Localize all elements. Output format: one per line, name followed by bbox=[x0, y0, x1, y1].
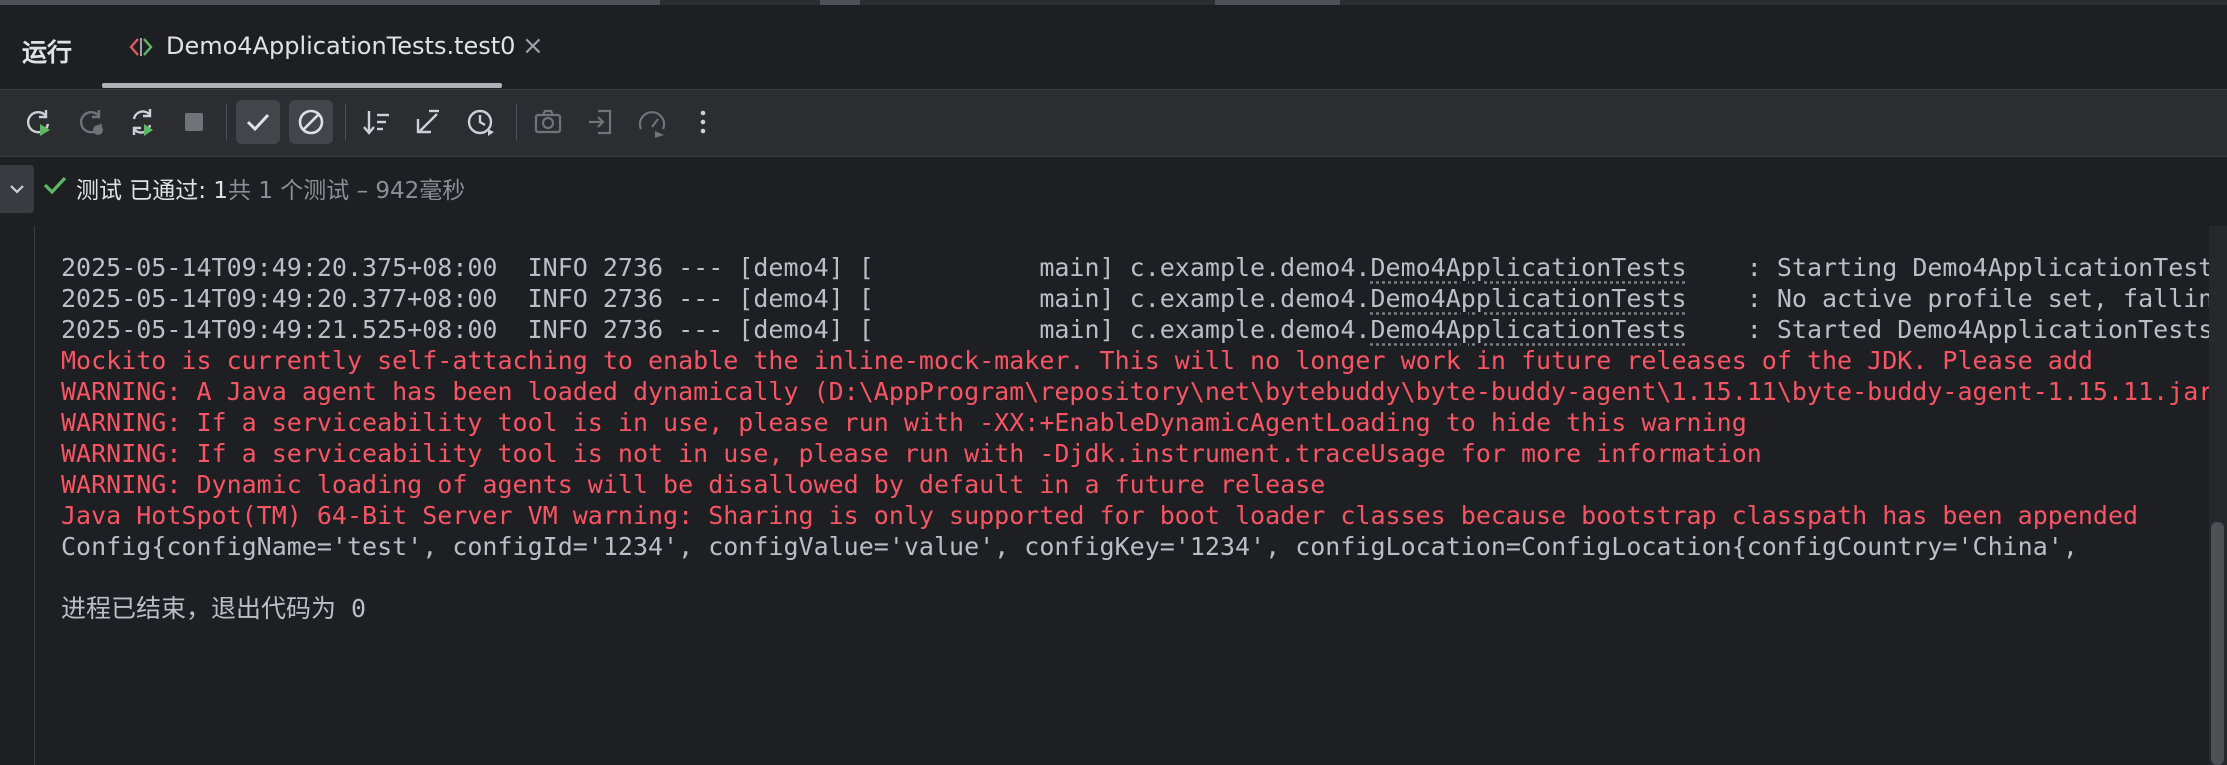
stop-button[interactable] bbox=[172, 100, 216, 144]
log-prefix: 2025-05-14T09:49:20.375+08:00 INFO 2736 … bbox=[61, 253, 1371, 282]
clock-icon bbox=[467, 109, 494, 136]
checkmark-icon bbox=[246, 113, 270, 132]
toggle-auto-test-button[interactable] bbox=[120, 100, 164, 144]
console-error-line: WARNING: If a serviceability tool is not… bbox=[61, 439, 1762, 468]
console-line: Config{configName='test', configId='1234… bbox=[61, 532, 2093, 561]
close-icon[interactable]: × bbox=[522, 31, 544, 61]
log-message: : Started Demo4ApplicationTests in 1.3 s… bbox=[1746, 315, 2210, 344]
more-options-icon bbox=[700, 110, 706, 134]
more-options-button[interactable] bbox=[681, 100, 725, 144]
class-link[interactable]: Demo4ApplicationTests bbox=[1370, 253, 1686, 282]
console-scrollbar-thumb[interactable] bbox=[2211, 522, 2224, 765]
sort-alphabetically-button[interactable] bbox=[355, 100, 399, 144]
rerun-failed-icon bbox=[80, 110, 103, 135]
console-line: 2025-05-14T09:49:20.377+08:00 INFO 2736 … bbox=[61, 284, 2210, 314]
console-error-line: Mockito is currently self-attaching to e… bbox=[61, 346, 2093, 375]
screenshot-button[interactable] bbox=[526, 100, 570, 144]
class-link[interactable]: Demo4ApplicationTests bbox=[1370, 284, 1686, 313]
toolbar-separator bbox=[226, 104, 227, 140]
active-tab-indicator bbox=[102, 83, 502, 88]
toolbar-separator bbox=[345, 104, 346, 140]
stop-icon bbox=[185, 113, 203, 131]
log-message: : No active profile set, falling back to bbox=[1746, 284, 2210, 313]
collapse-all-button[interactable] bbox=[406, 100, 450, 144]
gauge-icon bbox=[638, 111, 666, 138]
tests-passed-label: 测试 已通过: 1 bbox=[76, 178, 229, 204]
console-error-line: WARNING: A Java agent has been loaded dy… bbox=[61, 377, 2210, 406]
test-status-summary: 测试 已通过: 1共 1 个测试 – 942毫秒 bbox=[76, 171, 465, 205]
log-prefix: 2025-05-14T09:49:20.377+08:00 INFO 2736 … bbox=[61, 284, 1371, 313]
run-tool-window-header: 运行 Demo4ApplicationTests.test0 × bbox=[0, 5, 2227, 90]
show-passed-toggle[interactable] bbox=[236, 100, 280, 144]
test-runner-toolbar bbox=[0, 90, 2227, 157]
collapse-test-tree-button[interactable] bbox=[0, 165, 34, 213]
test-status-row: 测试 已通过: 1共 1 个测试 – 942毫秒 bbox=[0, 157, 2227, 223]
rerun-button[interactable] bbox=[16, 100, 60, 144]
console-error-line: WARNING: Dynamic loading of agents will … bbox=[61, 470, 1326, 499]
tab-title: Demo4ApplicationTests.test0 bbox=[166, 32, 516, 60]
console-error-line: Java HotSpot(TM) 64-Bit Server VM warnin… bbox=[61, 501, 2139, 530]
export-test-results-button[interactable] bbox=[579, 100, 623, 144]
collapse-all-icon bbox=[416, 109, 439, 134]
show-ignored-toggle[interactable] bbox=[289, 100, 333, 144]
log-prefix: 2025-05-14T09:49:21.525+08:00 INFO 2736 … bbox=[61, 315, 1371, 344]
console-error-line: WARNING: If a serviceability tool is in … bbox=[61, 408, 1747, 437]
class-link[interactable]: Demo4ApplicationTests bbox=[1370, 315, 1686, 344]
ignored-icon bbox=[298, 109, 324, 135]
sort-by-duration-button[interactable] bbox=[459, 100, 503, 144]
toggle-auto-test-icon bbox=[132, 109, 153, 136]
test-class-icon bbox=[129, 38, 153, 56]
export-icon bbox=[589, 109, 612, 135]
rerun-failed-button[interactable] bbox=[69, 100, 113, 144]
console-line: 2025-05-14T09:49:21.525+08:00 INFO 2736 … bbox=[61, 315, 2210, 345]
performance-button[interactable] bbox=[630, 100, 674, 144]
sort-alphabetically-icon bbox=[363, 111, 389, 135]
console-line: 进程已结束，退出代码为 0 bbox=[61, 594, 367, 623]
run-tool-window-title: 运行 bbox=[22, 38, 73, 67]
console-output[interactable]: 2025-05-14T09:49:20.375+08:00 INFO 2736 … bbox=[34, 226, 2210, 765]
test-passed-icon bbox=[43, 176, 67, 195]
chevron-down-icon bbox=[10, 185, 24, 194]
toolbar-separator bbox=[516, 104, 517, 140]
tab-run-configuration[interactable]: Demo4ApplicationTests.test0 × bbox=[100, 5, 544, 89]
rerun-icon bbox=[27, 110, 50, 136]
console-line: 2025-05-14T09:49:20.375+08:00 INFO 2736 … bbox=[61, 253, 2210, 283]
tests-total-duration: 共 1 个测试 – 942毫秒 bbox=[228, 178, 466, 204]
camera-icon bbox=[534, 109, 562, 134]
log-message: : Starting Demo4ApplicationTests using J… bbox=[1746, 253, 2210, 282]
